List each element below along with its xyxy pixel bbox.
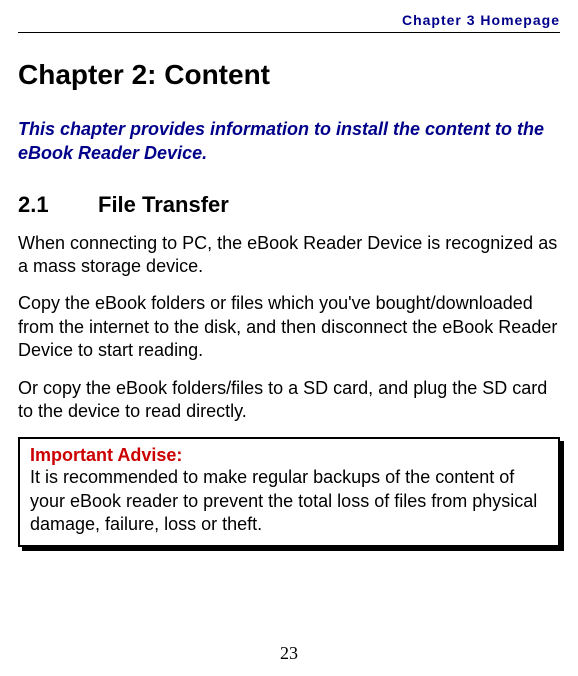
advise-title: Important Advise:: [30, 445, 548, 466]
advise-body: It is recommended to make regular backup…: [30, 466, 548, 536]
running-title: Chapter 3 Homepage: [402, 12, 560, 28]
page-number: 23: [0, 643, 578, 664]
section-heading: 2.1File Transfer: [18, 192, 560, 218]
section-title: File Transfer: [98, 192, 229, 217]
advise-box: Important Advise: It is recommended to m…: [18, 437, 560, 546]
body-paragraph: Or copy the eBook folders/files to a SD …: [18, 377, 560, 424]
section-number: 2.1: [18, 192, 98, 218]
body-paragraph: Copy the eBook folders or files which yo…: [18, 292, 560, 362]
advise-box-content: Important Advise: It is recommended to m…: [18, 437, 560, 546]
chapter-intro: This chapter provides information to ins…: [18, 117, 560, 166]
page-header: Chapter 3 Homepage: [18, 12, 560, 33]
chapter-title: Chapter 2: Content: [18, 59, 560, 91]
body-paragraph: When connecting to PC, the eBook Reader …: [18, 232, 560, 279]
